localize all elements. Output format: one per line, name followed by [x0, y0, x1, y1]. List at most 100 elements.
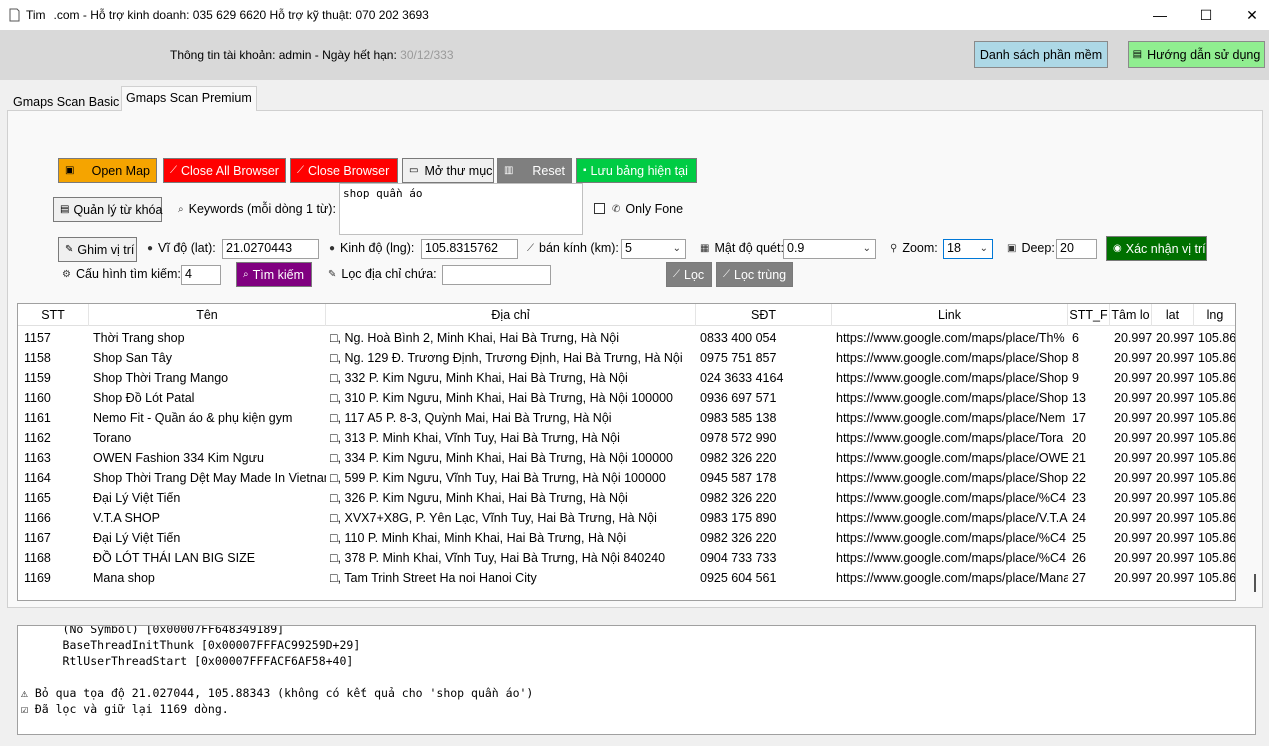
search-icon: ⌕: [243, 269, 249, 280]
tab-gmaps-scan-premium[interactable]: Gmaps Scan Premium: [121, 86, 257, 111]
search-button-label: Tìm kiếm: [252, 267, 304, 282]
column-header-address[interactable]: Địa chỉ: [326, 304, 696, 326]
table-row[interactable]: 1169 Mana shop □, Tam Trinh Street Ha noi …: [18, 568, 1235, 588]
search-config-input[interactable]: 4: [181, 265, 221, 285]
deep-input[interactable]: 20: [1056, 239, 1097, 259]
table-row[interactable]: 1161 Nemo Fit - Quần áo & phụ kiện gym □, …: [18, 408, 1235, 428]
cell-address: □, 110 P. Minh Khai, Minh Khai, Hai Bà T…: [330, 531, 627, 545]
manage-keywords-button[interactable]: ▤ Quản lý từ khóa: [53, 197, 162, 222]
zoom-label-text: Zoom:: [902, 241, 938, 255]
lng-input[interactable]: 105.8315762: [421, 239, 518, 259]
table-row[interactable]: 1168 ĐỒ LÓT THÁI LAN BIG SIZE □, 378 P. Mi…: [18, 548, 1235, 568]
map-icon: ▣: [65, 165, 75, 176]
pin-location-button[interactable]: ✎ Ghim vị trí: [58, 237, 137, 262]
cell-lat: 20.997: [1156, 451, 1194, 465]
globe-icon: ●: [147, 242, 154, 254]
column-header-stt-f[interactable]: STT_F: [1068, 304, 1110, 326]
tab-gmaps-scan-basic[interactable]: Gmaps Scan Basic: [8, 90, 124, 112]
table-row[interactable]: 1159 Shop Thời Trang Mango □, 332 P. Kim N…: [18, 368, 1235, 388]
table-row[interactable]: 1160 Shop Đồ Lót Patal □, 310 P. Kim Ngưu,…: [18, 388, 1235, 408]
software-list-button[interactable]: Danh sách phần mềm: [974, 41, 1108, 68]
cell-address: □, 334 P. Kim Ngưu, Minh Khai, Hai Bà Tr…: [330, 451, 673, 465]
log-output[interactable]: (No Symbol) [0x00007FF648349189] BaseThr…: [17, 625, 1256, 735]
cell-stt: 1164: [24, 471, 51, 485]
column-header-name[interactable]: Tên: [89, 304, 326, 326]
close-all-browser-label: Close All Browser: [181, 163, 279, 178]
column-header-stt[interactable]: STT: [18, 304, 89, 326]
cell-link: https://www.google.com/maps/place/OWE: [836, 451, 1068, 465]
bottom-border: [0, 736, 1269, 746]
open-folder-button[interactable]: ▭ Mở thư mục: [402, 158, 494, 183]
filter-button[interactable]: ⟋ Lọc: [666, 262, 712, 287]
cell-phone: 024 3633 4164: [700, 371, 784, 385]
column-header-lat[interactable]: lat: [1152, 304, 1194, 326]
maximize-button[interactable]: ☐: [1183, 0, 1229, 30]
cell-lat: 20.997: [1156, 551, 1194, 565]
cell-phone: 0982 326 220: [700, 531, 777, 545]
close-browser-button[interactable]: ⟋ Close Browser: [290, 158, 398, 183]
cell-stt-f: 26: [1072, 551, 1086, 565]
cell-address: □, 326 P. Kim Ngưu, Minh Khai, Hai Bà Tr…: [330, 491, 628, 505]
funnel-icon: ⟋: [723, 269, 730, 280]
table-row[interactable]: 1167 Đại Lý Việt Tiến □, 110 P. Minh Khai,…: [18, 528, 1236, 548]
table-row[interactable]: 1157 Thời Trang shop □, Ng. Hoà Bình 2, Mi…: [18, 328, 1235, 348]
log-line: (No Symbol) [0x00007FF648349189]: [21, 625, 285, 636]
column-header-center[interactable]: Tâm lo: [1110, 304, 1152, 326]
results-table[interactable]: STT Tên Địa chỉ SĐT Link STT_F Tâm lo la…: [17, 303, 1236, 601]
radius-value: 5: [625, 241, 632, 255]
save-table-button[interactable]: ▪ Lưu bảng hiện tại: [576, 158, 697, 183]
density-select[interactable]: 0.9 ⌄: [783, 239, 876, 259]
open-map-button[interactable]: ▣ Open Map: [58, 158, 157, 183]
cell-stt: 1168: [24, 551, 51, 565]
cell-stt: 1167: [24, 531, 51, 545]
search-config-label-text: Cấu hình tìm kiếm:: [75, 267, 181, 281]
cell-lng: 105.86: [1198, 531, 1236, 545]
gear-icon: ⚙: [62, 268, 71, 280]
column-header-phone[interactable]: SĐT: [696, 304, 832, 326]
cell-lat: 20.997: [1156, 411, 1194, 425]
cell-center: 20.997: [1114, 551, 1152, 565]
filter-address-input[interactable]: [442, 265, 551, 285]
lat-input[interactable]: 21.0270443: [222, 239, 319, 259]
target-icon: ◉: [1113, 243, 1122, 254]
filter-address-label-text: Lọc địa chỉ chứa:: [341, 267, 437, 281]
table-header: STT Tên Địa chỉ SĐT Link STT_F Tâm lo la…: [18, 304, 1235, 326]
cell-center: 20.997: [1114, 371, 1152, 385]
table-row[interactable]: 1164 Shop Thời Trang Dệt May Made In Viet…: [18, 468, 1235, 488]
cell-lat: 20.997: [1156, 391, 1194, 405]
cell-center: 20.997: [1114, 351, 1152, 365]
column-header-lng[interactable]: lng: [1194, 304, 1235, 326]
reset-button[interactable]: ▥ Reset: [497, 158, 572, 183]
close-window-button[interactable]: ✕: [1229, 0, 1269, 30]
scrollbar-thumb[interactable]: [1254, 574, 1256, 592]
cell-link: https://www.google.com/maps/place/Nem: [836, 411, 1066, 425]
table-row[interactable]: 1162 Torano □, 313 P. Minh Khai, Vĩnh Tuy,…: [18, 428, 1235, 448]
cell-stt-f: 23: [1072, 491, 1086, 505]
globe-icon: ●: [329, 242, 336, 254]
window-title: Tim .com - Hỗ trợ kinh doanh: 035 629 66…: [26, 8, 429, 22]
close-all-browser-button[interactable]: ⟋ Close All Browser: [163, 158, 286, 183]
keywords-textarea[interactable]: shop quần áo: [339, 183, 583, 235]
cell-name: Đại Lý Việt Tiến: [93, 531, 181, 545]
search-button[interactable]: ⌕ Tìm kiếm: [236, 262, 312, 287]
table-row[interactable]: 1166 V.T.A SHOP □, XVX7+X8G, P. Yên Lạc, V…: [18, 508, 1235, 528]
column-header-link[interactable]: Link: [832, 304, 1068, 326]
zoom-select[interactable]: 18 ⌄: [943, 239, 993, 259]
cell-link: https://www.google.com/maps/place/Shop: [836, 371, 1068, 385]
table-row[interactable]: 1158 Shop San Tây □, Ng. 129 Đ. Trương Địn…: [18, 348, 1235, 368]
radius-select[interactable]: 5 ⌄: [621, 239, 686, 259]
only-phone-checkbox[interactable]: [594, 203, 605, 214]
dedupe-button[interactable]: ⟋ Lọc trùng: [716, 262, 793, 287]
cell-name: Shop Thời Trang Dệt May Made In Vietnam: [93, 471, 326, 485]
table-row[interactable]: 1165 Đại Lý Việt Tiến □, 326 P. Kim Ngưu, …: [18, 488, 1235, 508]
table-scrollbar[interactable]: [1249, 303, 1263, 601]
cell-stt: 1169: [24, 571, 51, 585]
guide-button[interactable]: ▤ Hướng dẫn sử dụng: [1128, 41, 1265, 68]
cell-address: □, 310 P. Kim Ngưu, Minh Khai, Hai Bà Tr…: [330, 391, 673, 405]
confirm-location-button[interactable]: ◉ Xác nhận vị trí: [1106, 236, 1207, 261]
lat-label-text: Vĩ độ (lat):: [158, 241, 216, 255]
doc-icon: ▤: [1132, 49, 1143, 60]
table-row[interactable]: 1163 OWEN Fashion 334 Kim Ngưu □, 334 P. K…: [18, 448, 1235, 468]
open-map-label: Open Map: [91, 163, 150, 178]
minimize-button[interactable]: —: [1137, 0, 1183, 30]
